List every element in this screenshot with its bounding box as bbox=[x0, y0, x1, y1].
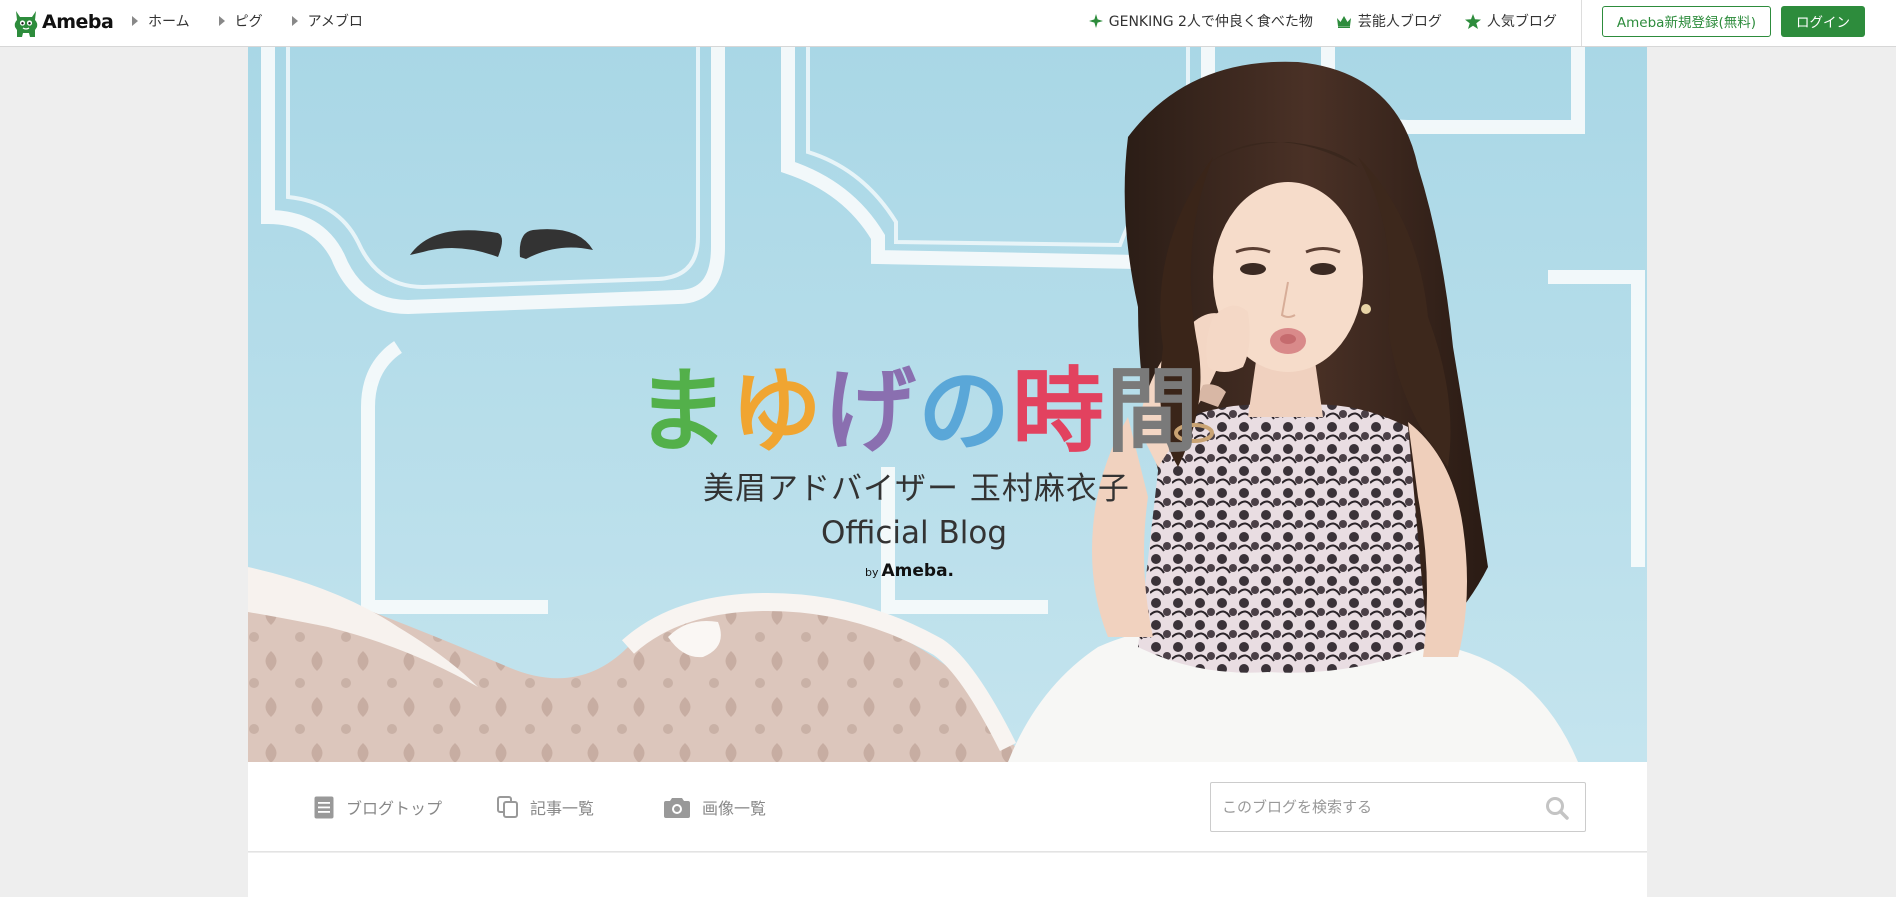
nav-article-list-label: 記事一覧 bbox=[530, 799, 595, 818]
ameba-mascot-icon bbox=[14, 11, 38, 37]
hero-title-char: 時 bbox=[1012, 358, 1107, 465]
breadcrumb-pigg[interactable]: ピグ bbox=[218, 11, 263, 31]
crown-icon bbox=[1336, 15, 1351, 28]
blog-search-input[interactable] bbox=[1211, 783, 1531, 831]
celebrity-blog-link[interactable]: 芸能人ブログ bbox=[1336, 11, 1442, 31]
celebrity-blog-label: 芸能人ブログ bbox=[1357, 14, 1442, 30]
global-header: Ameba ホーム ピグ アメブロ GENKING 2人で仲良く食べた物 芸能人… bbox=[0, 0, 1896, 47]
hero-title-char: ゆ bbox=[730, 358, 825, 465]
ameba-logo[interactable]: Ameba bbox=[13, 5, 114, 39]
hero-subtitle: 美眉アドバイザー 玉村麻衣子 bbox=[703, 471, 1130, 507]
popular-blog-link[interactable]: 人気ブログ bbox=[1464, 11, 1557, 31]
nav-image-list[interactable]: 画像一覧 bbox=[664, 762, 766, 852]
login-button[interactable]: ログイン bbox=[1781, 5, 1865, 37]
hero-title-char: 間 bbox=[1106, 358, 1201, 465]
hero-by-ameba: by Ameba. bbox=[865, 561, 954, 581]
sparkle-icon bbox=[1088, 14, 1103, 28]
header-divider bbox=[1580, 0, 1582, 46]
nav-blog-top[interactable]: ブログトップ bbox=[314, 762, 442, 852]
blog-header-image[interactable]: まゆげの時間 美眉アドバイザー 玉村麻衣子 Official Blog by Am… bbox=[248, 47, 1647, 762]
trending-link[interactable]: GENKING 2人で仲良く食べた物 bbox=[1088, 11, 1313, 31]
hero-title-char: ま bbox=[636, 358, 731, 465]
hero-title-char: の bbox=[918, 358, 1013, 465]
hero-by-brand: Ameba. bbox=[881, 561, 955, 581]
breadcrumb: ホーム ピグ アメブロ bbox=[132, 0, 392, 42]
nav-article-list[interactable]: 記事一覧 bbox=[497, 762, 594, 852]
caret-right-icon bbox=[132, 16, 138, 26]
logo-text: Ameba bbox=[42, 11, 114, 33]
copy-icon bbox=[497, 796, 518, 818]
nav-blog-top-label: ブログトップ bbox=[346, 799, 443, 818]
popular-blog-label: 人気ブログ bbox=[1486, 14, 1557, 30]
blog-navigation: ブログトップ 記事一覧 画像一覧 bbox=[248, 762, 1647, 852]
camera-icon bbox=[664, 797, 690, 818]
breadcrumb-home[interactable]: ホーム bbox=[132, 11, 190, 31]
caret-right-icon bbox=[218, 16, 225, 26]
search-icon[interactable] bbox=[1545, 796, 1569, 820]
breadcrumb-ameblo[interactable]: アメブロ bbox=[291, 11, 363, 31]
header-right: GENKING 2人で仲良く食べた物 芸能人ブログ 人気ブログ Ameba新規登… bbox=[1088, 0, 1896, 46]
main-content-area bbox=[248, 853, 1647, 897]
hero-official-blog: Official Blog bbox=[821, 515, 1008, 551]
hero-by-prefix: by bbox=[865, 566, 879, 579]
hero-title-char: げ bbox=[824, 358, 919, 465]
breadcrumb-label: ピグ bbox=[234, 14, 263, 30]
hero-title: まゆげの時間 bbox=[636, 337, 1200, 470]
breadcrumb-label: アメブロ bbox=[307, 14, 363, 30]
blog-search-box bbox=[1210, 782, 1586, 832]
breadcrumb-label: ホーム bbox=[148, 14, 190, 30]
star-icon bbox=[1464, 13, 1481, 29]
caret-right-icon bbox=[291, 16, 298, 26]
nav-image-list-label: 画像一覧 bbox=[702, 799, 767, 818]
document-icon bbox=[314, 796, 334, 818]
register-button[interactable]: Ameba新規登録(無料) bbox=[1601, 5, 1771, 37]
trending-link-label: GENKING 2人で仲良く食べた物 bbox=[1108, 14, 1313, 30]
